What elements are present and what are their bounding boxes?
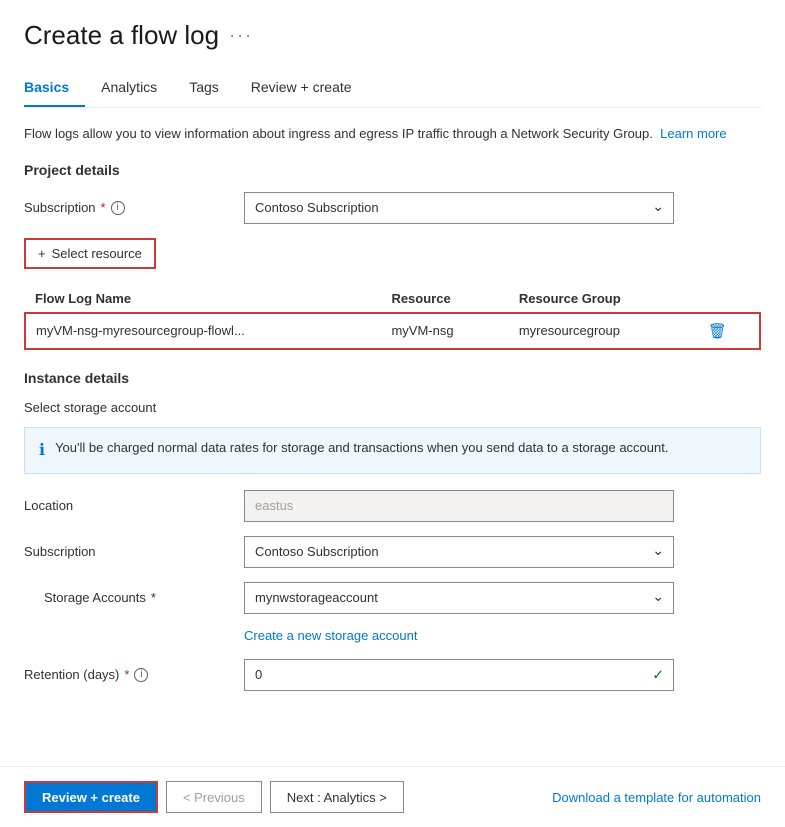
tabs-container: Basics Analytics Tags Review + create <box>24 71 761 108</box>
select-resource-button[interactable]: + Select resource <box>24 238 156 269</box>
info-banner: ℹ You'll be charged normal data rates fo… <box>24 427 761 474</box>
location-control <box>244 490 674 522</box>
plus-icon: + <box>38 246 46 261</box>
flow-log-name-cell: myVM-nsg-myresourcegroup-flowl... <box>25 313 381 349</box>
storage-accounts-select[interactable]: mynwstorageaccount <box>244 582 674 614</box>
location-row: Location <box>24 490 761 522</box>
download-template-link[interactable]: Download a template for automation <box>552 790 761 805</box>
info-banner-text: You'll be charged normal data rates for … <box>55 438 668 458</box>
retention-input[interactable] <box>244 659 674 691</box>
subscription-required: * <box>101 200 106 215</box>
instance-subscription-control: Contoso Subscription <box>244 536 674 568</box>
learn-more-link[interactable]: Learn more <box>660 126 726 141</box>
footer: Review + create < Previous Next : Analyt… <box>0 766 785 827</box>
next-analytics-button[interactable]: Next : Analytics > <box>270 781 404 813</box>
col-resource: Resource <box>381 285 508 313</box>
table-row: myVM-nsg-myresourcegroup-flowl... myVM-n… <box>25 313 760 349</box>
storage-accounts-required: * <box>151 590 156 605</box>
subscription-info-icon[interactable]: i <box>111 201 125 215</box>
storage-label-area: Storage Accounts * <box>44 590 244 605</box>
storage-accounts-select-wrapper: mynwstorageaccount <box>244 582 674 614</box>
storage-accounts-row: Storage Accounts * mynwstorageaccount <box>24 582 761 614</box>
delete-icon[interactable]: 🗑 <box>708 323 727 340</box>
retention-info-icon[interactable]: i <box>134 668 148 682</box>
retention-wrapper <box>244 659 674 691</box>
project-details-header: Project details <box>24 162 761 178</box>
create-storage-link[interactable]: Create a new storage account <box>244 628 417 643</box>
delete-cell: 🗑 <box>698 313 760 349</box>
instance-details-section: Instance details Select storage account … <box>24 370 761 691</box>
instance-subscription-label: Subscription <box>24 544 244 559</box>
resource-group-cell: myresourcegroup <box>509 313 698 349</box>
tab-analytics[interactable]: Analytics <box>101 71 173 107</box>
tab-basics[interactable]: Basics <box>24 71 85 107</box>
tab-review-create[interactable]: Review + create <box>251 71 368 107</box>
resource-table: Flow Log Name Resource Resource Group my… <box>24 285 761 350</box>
info-banner-icon: ℹ <box>39 439 45 463</box>
subscription-control: Contoso Subscription <box>244 192 674 224</box>
previous-button[interactable]: < Previous <box>166 781 262 813</box>
select-storage-label: Select storage account <box>24 400 761 415</box>
info-text: Flow logs allow you to view information … <box>24 124 761 144</box>
title-ellipsis: ··· <box>229 25 253 46</box>
resource-cell: myVM-nsg <box>381 313 508 349</box>
retention-required: * <box>124 667 129 682</box>
col-flow-log-name: Flow Log Name <box>25 285 381 313</box>
subscription-select-wrapper: Contoso Subscription <box>244 192 674 224</box>
location-label: Location <box>24 498 244 513</box>
tab-tags[interactable]: Tags <box>189 71 235 107</box>
retention-label: Retention (days) * i <box>24 667 244 682</box>
retention-row: Retention (days) * i <box>24 659 761 691</box>
location-input <box>244 490 674 522</box>
col-resource-group: Resource Group <box>509 285 698 313</box>
subscription-row: Subscription * i Contoso Subscription <box>24 192 761 224</box>
instance-subscription-select[interactable]: Contoso Subscription <box>244 536 674 568</box>
storage-accounts-label: Storage Accounts <box>44 590 146 605</box>
subscription-label: Subscription * i <box>24 200 244 215</box>
select-resource-label: Select resource <box>52 246 142 261</box>
page-title: Create a flow log <box>24 20 219 51</box>
subscription-select[interactable]: Contoso Subscription <box>244 192 674 224</box>
instance-details-header: Instance details <box>24 370 761 386</box>
create-storage-row: Create a new storage account <box>244 628 761 643</box>
instance-subscription-select-wrapper: Contoso Subscription <box>244 536 674 568</box>
review-create-button[interactable]: Review + create <box>24 781 158 813</box>
instance-subscription-row: Subscription Contoso Subscription <box>24 536 761 568</box>
